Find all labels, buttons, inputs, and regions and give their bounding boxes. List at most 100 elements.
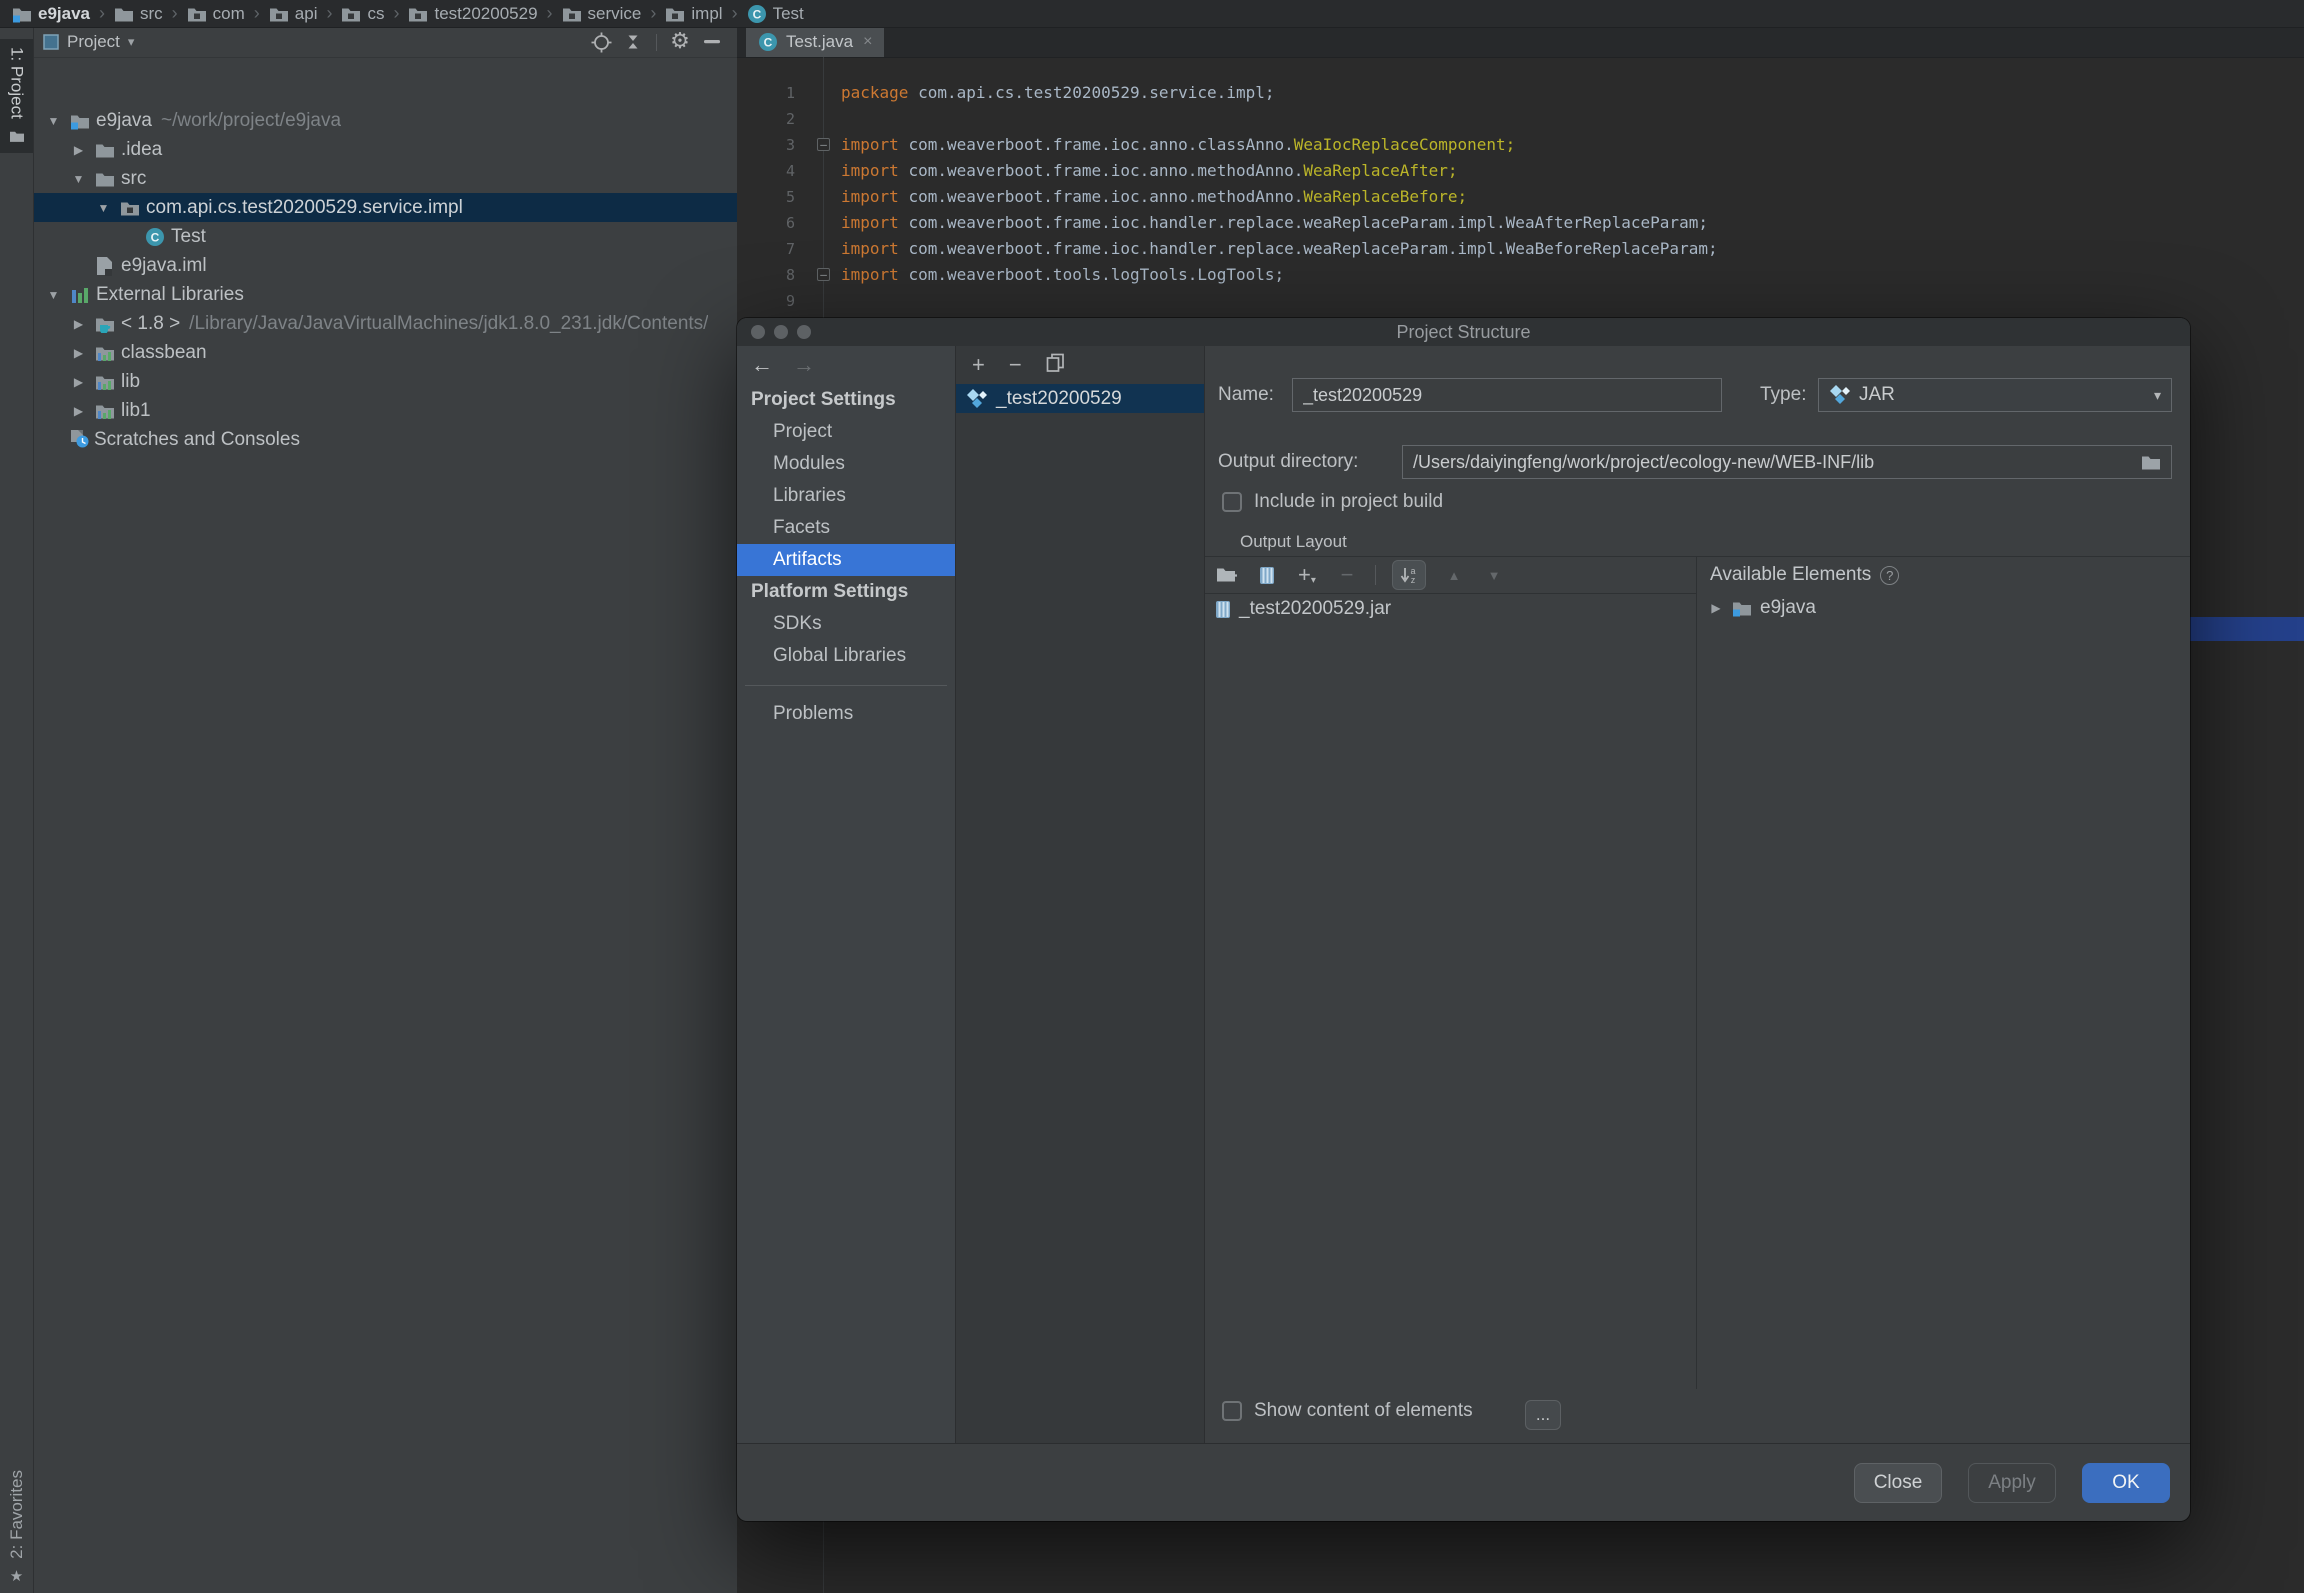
remove-button[interactable]: − — [1009, 354, 1022, 376]
window-close-icon[interactable] — [751, 325, 765, 339]
ok-button[interactable]: OK — [2082, 1462, 2170, 1503]
include-in-build-row[interactable]: Include in project build — [1222, 491, 1443, 513]
include-in-build-checkbox[interactable] — [1222, 492, 1242, 512]
tree-row-lib1[interactable]: ▶ lib1 — [33, 396, 737, 425]
tree-row--idea[interactable]: ▶ .idea — [33, 135, 737, 164]
output-layout-tree-panel: + ▾ − a z ▲ ▼ _test20200529.jar — [1205, 557, 1697, 1389]
tree-label: classbean — [121, 341, 207, 363]
copy-button[interactable] — [1046, 353, 1065, 377]
back-icon[interactable]: ← — [751, 352, 773, 378]
chevron-collapsed-icon[interactable]: ▶ — [66, 317, 91, 331]
add-directory-button[interactable] — [1215, 561, 1239, 589]
artifact-list-item[interactable]: _test20200529 — [956, 384, 1204, 413]
sort-alpha-button[interactable]: az — [1392, 560, 1426, 590]
breadcrumb-item-impl[interactable]: impl — [663, 4, 724, 24]
tree-row-external-libraries[interactable]: ▼ External Libraries — [33, 280, 737, 309]
nav-item-artifacts[interactable]: Artifacts — [737, 544, 955, 576]
tree-row-com-api-cs-test20200529-service-impl[interactable]: ▼ com.api.cs.test20200529.service.impl — [33, 193, 737, 222]
code-line: import com.weaverboot.frame.ioc.anno.met… — [841, 187, 1468, 206]
nav-item-problems[interactable]: Problems — [737, 698, 955, 730]
breadcrumb-item-src[interactable]: src — [112, 4, 165, 24]
browse-folder-icon[interactable] — [2141, 453, 2161, 471]
breadcrumb-item-test20200529[interactable]: test20200529 — [406, 4, 539, 24]
help-icon[interactable]: ? — [1880, 565, 1900, 585]
locate-button[interactable] — [588, 30, 614, 54]
fold-marker[interactable]: – — [817, 268, 830, 281]
collapse-all-button[interactable] — [620, 30, 646, 54]
breadcrumb-item-com[interactable]: com — [185, 4, 247, 24]
jar-content-button[interactable] — [1255, 561, 1279, 589]
fold-marker[interactable]: – — [817, 138, 830, 151]
window-controls[interactable] — [751, 325, 811, 339]
nav-item-sdks[interactable]: SDKs — [737, 608, 955, 640]
nav-item-project[interactable]: Project — [737, 416, 955, 448]
chevron-collapsed-icon[interactable]: ▶ — [1708, 601, 1724, 615]
breadcrumb-item-api[interactable]: api — [267, 4, 320, 24]
breadcrumb-separator: › — [171, 3, 178, 23]
add-button[interactable]: + ▾ — [1295, 561, 1319, 589]
chevron-collapsed-icon[interactable]: ▶ — [66, 346, 91, 360]
breadcrumb-label: e9java — [38, 3, 90, 23]
name-field[interactable] — [1292, 378, 1722, 412]
dialog-title-bar: Project Structure — [737, 318, 2190, 346]
tree-row-e9java[interactable]: ▼ e9java ~/work/project/e9java — [33, 106, 737, 135]
nav-item-modules[interactable]: Modules — [737, 448, 955, 480]
line-number: 9 — [785, 292, 795, 310]
close-button[interactable]: Close — [1854, 1462, 1942, 1503]
window-zoom-icon[interactable] — [797, 325, 811, 339]
tree-row-classbean[interactable]: ▶ classbean — [33, 338, 737, 367]
chevron-expanded-icon[interactable]: ▼ — [41, 288, 66, 302]
window-minimize-icon[interactable] — [774, 325, 788, 339]
chevron-collapsed-icon[interactable]: ▶ — [66, 404, 91, 418]
artifact-label: _test20200529 — [996, 387, 1122, 409]
chevron-expanded-icon[interactable]: ▼ — [41, 114, 66, 128]
breadcrumb-item-e9java[interactable]: e9java — [10, 4, 92, 24]
breadcrumb-item-cs[interactable]: cs — [339, 4, 386, 24]
output-directory-field[interactable] — [1402, 445, 2172, 479]
nav-item-libraries[interactable]: Libraries — [737, 480, 955, 512]
chevron-expanded-icon[interactable]: ▼ — [91, 201, 116, 215]
tree-row-src[interactable]: ▼ src — [33, 164, 737, 193]
type-label: Type: — [1760, 384, 1807, 405]
settings-button[interactable]: ⚙ — [667, 30, 693, 54]
apply-button[interactable]: Apply — [1968, 1462, 2056, 1503]
move-down-button[interactable]: ▼ — [1482, 561, 1506, 589]
move-up-button[interactable]: ▲ — [1442, 561, 1466, 589]
tree-row--1-8-[interactable]: ▶ < 1.8 > /Library/Java/JavaVirtualMachine… — [33, 309, 737, 338]
output-layout-item[interactable]: _test20200529.jar — [1205, 594, 1696, 624]
tool-window-stripe: 1: Project 2: Favorites ★ — [0, 27, 34, 1593]
forward-icon[interactable]: → — [793, 352, 815, 378]
chevron-expanded-icon[interactable]: ▼ — [66, 172, 91, 186]
breadcrumb-item-Test[interactable]: C Test — [745, 4, 806, 24]
show-content-checkbox[interactable] — [1222, 1401, 1242, 1421]
type-dropdown[interactable]: JAR ▾ — [1818, 378, 2172, 412]
remove-button[interactable]: − — [1335, 561, 1359, 589]
tree-label: lib1 — [121, 399, 151, 421]
tree-row-e9java-iml[interactable]: e9java.iml — [33, 251, 737, 280]
nav-item-global-libraries[interactable]: Global Libraries — [737, 640, 955, 672]
output-directory-input[interactable] — [1413, 451, 2133, 473]
stripe-button-favorites[interactable]: 2: Favorites ★ — [0, 1470, 33, 1585]
chevron-down-icon[interactable]: ▾ — [128, 34, 135, 50]
add-button[interactable]: + — [972, 354, 985, 376]
nav-section-header: Project Settings — [751, 389, 896, 410]
tab-test-java[interactable]: C Test.java × — [746, 27, 885, 57]
show-content-row[interactable]: Show content of elements — [1222, 1400, 1473, 1422]
breadcrumb-label: cs — [367, 3, 385, 23]
close-icon[interactable]: × — [863, 33, 872, 51]
tree-row-scratches-and-consoles[interactable]: Scratches and Consoles — [33, 425, 737, 454]
more-options-button[interactable]: ... — [1525, 1400, 1561, 1430]
stripe-button-project[interactable]: 1: Project — [0, 39, 33, 153]
tree-row-test[interactable]: C Test — [33, 222, 737, 251]
name-input[interactable] — [1303, 384, 1711, 406]
line-number: 5 — [785, 188, 795, 206]
package-icon — [187, 5, 207, 23]
chevron-collapsed-icon[interactable]: ▶ — [66, 375, 91, 389]
project-view-selector[interactable]: Project — [67, 32, 120, 52]
nav-item-facets[interactable]: Facets — [737, 512, 955, 544]
hide-button[interactable] — [699, 30, 725, 54]
tree-row-lib[interactable]: ▶ lib — [33, 367, 737, 396]
available-element-item[interactable]: ▶ e9java — [1698, 593, 2190, 623]
chevron-collapsed-icon[interactable]: ▶ — [66, 143, 91, 157]
breadcrumb-item-service[interactable]: service — [560, 4, 644, 24]
